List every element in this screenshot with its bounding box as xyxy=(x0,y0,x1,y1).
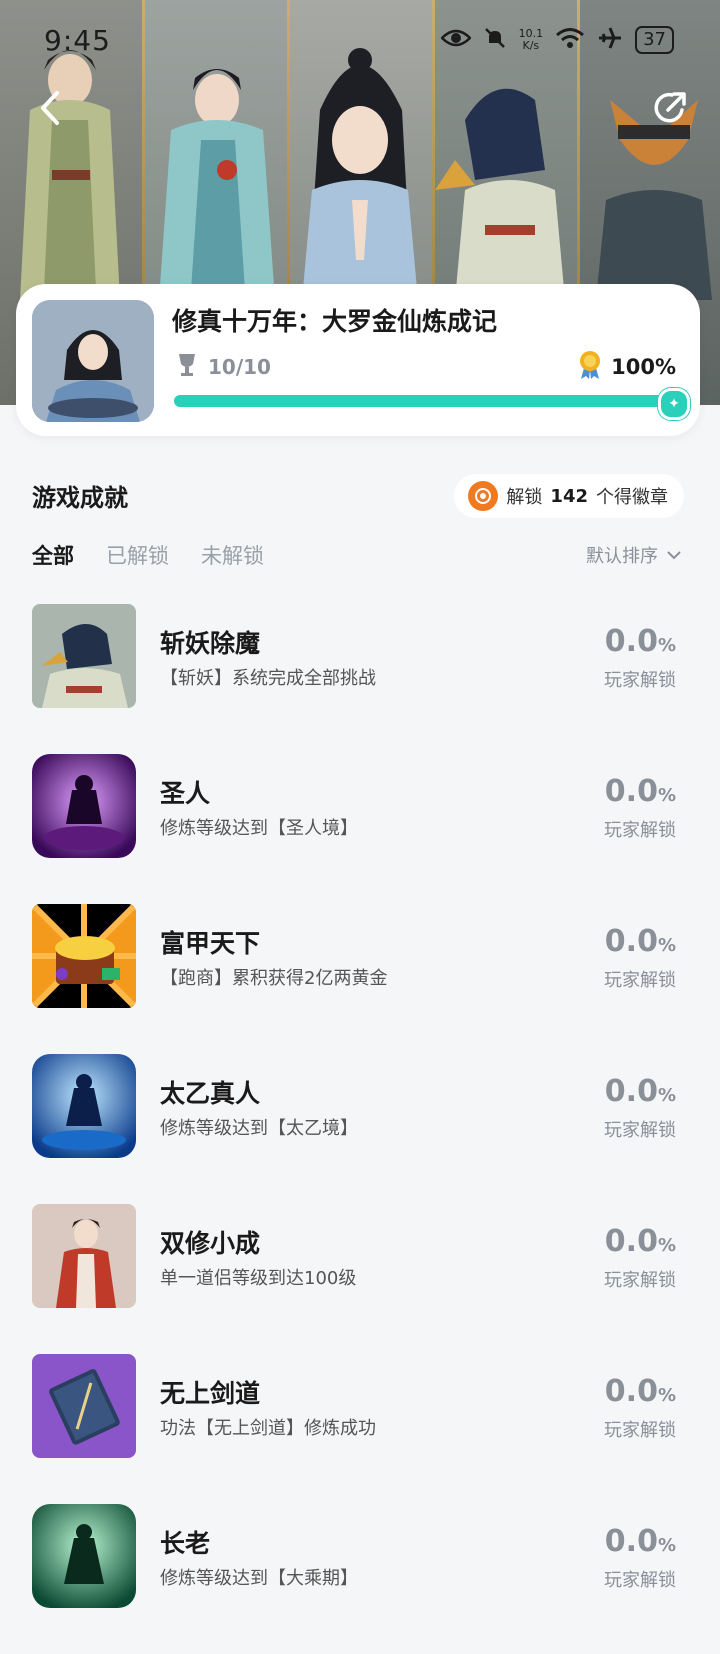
achievement-title: 太乙真人 xyxy=(160,1079,261,1108)
wifi-icon xyxy=(555,27,585,53)
achievement-title: 圣人 xyxy=(160,779,211,808)
net-speed-unit: K/s xyxy=(522,39,540,52)
sort-label: 默认排序 xyxy=(586,546,658,567)
chevron-left-icon xyxy=(41,91,59,125)
achievement-image-treasure-chest xyxy=(32,904,136,1008)
eye-icon xyxy=(439,28,472,52)
unlock-percent-unit: % xyxy=(657,1385,676,1406)
achievement-desc: 修炼等级达到【太乙境】 xyxy=(160,1118,358,1139)
unlock-label: 玩家解锁 xyxy=(604,1120,676,1141)
achievement-row[interactable]: 双修小成 单一道侣等级到达100级 0.0% 玩家解锁 xyxy=(0,1204,720,1354)
unlock-percent: 0.0% xyxy=(605,624,676,659)
badge-count: 142 xyxy=(550,485,588,507)
filter-tabs: 全部 已解锁 未解锁 xyxy=(32,540,264,570)
badge-icon xyxy=(468,481,499,511)
airplane-icon xyxy=(597,26,623,54)
unlock-percent: 0.0% xyxy=(605,774,676,809)
achievement-row[interactable]: 圣人 修炼等级达到【圣人境】 0.0% 玩家解锁 xyxy=(0,754,720,904)
unlock-percent-value: 0.0 xyxy=(604,624,658,659)
achievement-list: 斩妖除魔 【斩妖】系统完成全部挑战 0.0% 玩家解锁 圣人 修炼等级达到【圣人… xyxy=(0,604,720,1654)
achievement-image-taiyi xyxy=(32,1054,136,1158)
achievement-desc: 【斩妖】系统完成全部挑战 xyxy=(160,668,376,689)
mute-bell-icon xyxy=(483,26,507,54)
trophy-count: 10/10 xyxy=(208,355,271,379)
achievement-image-crow-warrior xyxy=(32,604,136,708)
share-button[interactable] xyxy=(648,86,692,130)
achievement-desc: 【跑商】累积获得2亿两黄金 xyxy=(160,968,388,989)
unlock-percent: 0.0% xyxy=(605,924,676,959)
badge-prefix: 解锁 xyxy=(506,487,543,508)
battery-indicator: 37 xyxy=(635,26,674,54)
unlock-percent: 0.0% xyxy=(605,1224,676,1259)
tab-unlocked[interactable]: 已解锁 xyxy=(106,540,169,570)
net-speed: 10.1 K/s xyxy=(519,28,544,52)
unlock-label: 玩家解锁 xyxy=(604,1270,676,1291)
unlock-percent: 0.0% xyxy=(605,1374,676,1409)
achievement-title: 长老 xyxy=(160,1529,211,1558)
unlock-percent-value: 0.0 xyxy=(604,1374,658,1409)
back-button[interactable] xyxy=(28,86,72,130)
achievement-title: 双修小成 xyxy=(160,1229,261,1258)
achievement-desc: 单一道侣等级到达100级 xyxy=(160,1268,357,1289)
unlock-percent-value: 0.0 xyxy=(604,774,658,809)
achievement-row[interactable]: 斩妖除魔 【斩妖】系统完成全部挑战 0.0% 玩家解锁 xyxy=(0,604,720,754)
progress-fill xyxy=(174,395,674,407)
unlock-percent-unit: % xyxy=(657,935,676,956)
completion-progress-bar: ✦ xyxy=(174,388,690,420)
achievement-title: 斩妖除魔 xyxy=(160,629,261,658)
status-bar: 9:45 10.1 K/s 37 xyxy=(0,22,720,62)
game-title: 修真十万年：大罗金仙炼成记 xyxy=(172,307,498,336)
unlock-percent-unit: % xyxy=(657,1535,676,1556)
unlock-label: 玩家解锁 xyxy=(604,1420,676,1441)
badge-unlock-pill[interactable]: 解锁 142 个得徽章 xyxy=(454,474,684,518)
unlock-percent-unit: % xyxy=(657,1085,676,1106)
achievement-row[interactable]: 太乙真人 修炼等级达到【太乙境】 0.0% 玩家解锁 xyxy=(0,1054,720,1204)
unlock-percent-value: 0.0 xyxy=(604,924,658,959)
unlock-percent-value: 0.0 xyxy=(604,1074,658,1109)
unlock-percent: 0.0% xyxy=(605,1074,676,1109)
unlock-label: 玩家解锁 xyxy=(604,1570,676,1591)
game-thumbnail[interactable] xyxy=(32,300,154,422)
badge-suffix: 个得徽章 xyxy=(596,487,668,508)
sort-dropdown[interactable]: 默认排序 xyxy=(586,542,682,568)
unlock-percent: 0.0% xyxy=(605,1524,676,1559)
tab-locked[interactable]: 未解锁 xyxy=(201,540,264,570)
completion-percent: 100% xyxy=(611,355,676,379)
unlock-percent-unit: % xyxy=(657,1235,676,1256)
chevron-down-icon xyxy=(667,551,681,560)
medal-icon xyxy=(577,350,603,384)
achievement-title: 富甲天下 xyxy=(160,929,261,958)
game-summary-card: 修真十万年：大罗金仙炼成记 10/10 100% ✦ xyxy=(16,284,700,436)
unlock-percent-value: 0.0 xyxy=(604,1524,658,1559)
section-title: 游戏成就 xyxy=(32,484,128,512)
achievement-image-companion xyxy=(32,1204,136,1308)
trophy-icon xyxy=(176,352,198,382)
achievement-image-sage xyxy=(32,754,136,858)
achievement-image-sword-manual xyxy=(32,1354,136,1458)
unlock-label: 玩家解锁 xyxy=(604,970,676,991)
unlock-percent-unit: % xyxy=(657,635,676,656)
achievement-desc: 修炼等级达到【圣人境】 xyxy=(160,818,358,839)
tab-all[interactable]: 全部 xyxy=(32,540,74,570)
share-icon xyxy=(654,92,686,123)
status-time: 9:45 xyxy=(44,24,111,57)
unlock-percent-unit: % xyxy=(657,785,676,806)
achievement-desc: 修炼等级达到【大乘期】 xyxy=(160,1568,358,1589)
achievement-image-elder xyxy=(32,1504,136,1608)
achievement-row[interactable]: 长老 修炼等级达到【大乘期】 0.0% 玩家解锁 xyxy=(0,1504,720,1654)
unlock-percent-value: 0.0 xyxy=(604,1224,658,1259)
unlock-label: 玩家解锁 xyxy=(604,670,676,691)
progress-star-icon: ✦ xyxy=(658,388,690,420)
achievement-row[interactable]: 富甲天下 【跑商】累积获得2亿两黄金 0.0% 玩家解锁 xyxy=(0,904,720,1054)
achievement-desc: 功法【无上剑道】修炼成功 xyxy=(160,1418,376,1439)
achievement-title: 无上剑道 xyxy=(160,1379,261,1408)
unlock-label: 玩家解锁 xyxy=(604,820,676,841)
achievement-row[interactable]: 无上剑道 功法【无上剑道】修炼成功 0.0% 玩家解锁 xyxy=(0,1354,720,1504)
